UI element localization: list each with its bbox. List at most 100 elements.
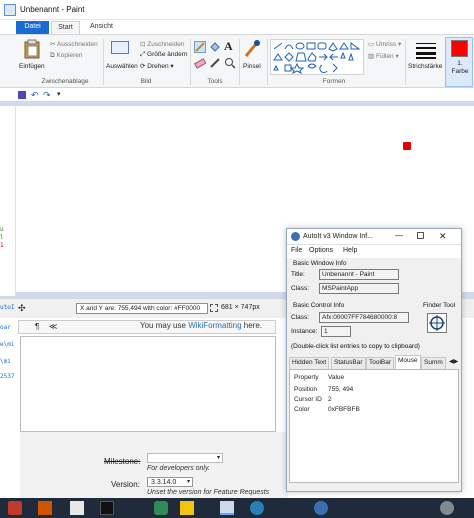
instance-label: Instance: — [291, 328, 318, 335]
app-editor-icon[interactable] — [38, 501, 52, 515]
red-dot-drawing — [403, 142, 411, 150]
copy-button[interactable]: ⧉ Kopieren — [50, 52, 83, 60]
milestone-select[interactable]: ▾ — [147, 453, 223, 463]
resize-button[interactable]: ⤢ Größe ändern — [140, 51, 187, 59]
move-cursor-icon: ✣ — [18, 303, 26, 313]
outline-icon: ▭ — [368, 41, 375, 48]
size-button[interactable]: Strichstärke — [408, 39, 444, 79]
instance-field[interactable]: 1 — [321, 326, 351, 337]
paragraph-icon[interactable]: ¶ — [35, 322, 39, 331]
rotate-label: Drehen — [147, 63, 169, 70]
divider — [239, 39, 240, 85]
menu-options[interactable]: Options — [309, 247, 333, 254]
color1-label: 1. Farbe — [451, 60, 469, 75]
text-tool[interactable]: A — [224, 39, 233, 54]
app-globe-icon[interactable] — [250, 501, 264, 515]
title-label: Title: — [291, 271, 305, 278]
app-gear-icon[interactable] — [440, 501, 454, 515]
title-field[interactable]: Unbenannt - Paint — [319, 269, 399, 280]
tab-mouse[interactable]: Mouse — [395, 355, 421, 369]
version-select[interactable]: 3.3.14.0 ▾ — [147, 477, 193, 487]
app-yellow-icon[interactable] — [180, 501, 194, 515]
row-position-value[interactable]: 755, 494 — [328, 386, 353, 393]
resize-icon: ⤢ — [140, 51, 146, 58]
finder-tool-label: Finder Tool — [423, 302, 456, 309]
app-autoit-icon[interactable] — [314, 501, 328, 515]
menu-file[interactable]: File — [291, 247, 302, 254]
copy-hint: (Double-click list entries to copy to cl… — [291, 343, 420, 350]
tab-scroll-icon[interactable]: ◀▶ — [449, 358, 458, 365]
brushes-label: Pinsel — [243, 63, 261, 70]
row-cursor-key[interactable]: Cursor ID — [294, 396, 322, 403]
autoit-tabs: Hidden Text StatusBar ToolBar Mouse Summ… — [287, 355, 461, 369]
row-position-key[interactable]: Position — [294, 386, 317, 393]
code-line: 2537 — [0, 373, 15, 380]
app-paint-active-icon[interactable] — [220, 501, 234, 515]
color-picker-tool[interactable] — [209, 57, 221, 69]
outline-label: Umriss — [375, 41, 397, 48]
shapes-gallery[interactable] — [270, 39, 364, 75]
version-hint: Unset the version for Feature Requests — [147, 489, 270, 496]
app-paint-icon[interactable] — [70, 501, 84, 515]
chevron-down-icon[interactable]: ▾ — [57, 91, 65, 99]
finder-tool-target[interactable] — [427, 313, 447, 333]
class-field[interactable]: MSPaintApp — [319, 283, 399, 294]
tab-view[interactable]: Ansicht — [84, 21, 114, 34]
property-list[interactable]: Property Value Position 755, 494 Cursor … — [289, 369, 459, 483]
wiki-formatting-link[interactable]: WikiFormatting — [188, 321, 241, 330]
save-icon[interactable] — [18, 91, 26, 99]
fill-tool[interactable] — [209, 41, 221, 53]
paste-button[interactable]: Einfügen — [18, 39, 46, 75]
wiki-formatting-hint: You may use WikiFormatting here. — [140, 321, 262, 330]
rotate-icon: ⟳ — [140, 63, 146, 70]
app-green-icon[interactable] — [154, 501, 168, 515]
fill-button[interactable]: ▨ Füllen ▾ — [368, 52, 399, 60]
tab-hidden-text[interactable]: Hidden Text — [289, 357, 330, 369]
row-color-key[interactable]: Color — [294, 406, 310, 413]
image-dimensions: 681 × 747px — [221, 304, 260, 311]
autoit-menu: File Options Help — [287, 245, 461, 258]
wiki-hint-suffix: here. — [241, 321, 262, 330]
paste-label: Einfügen — [19, 63, 45, 70]
control-class-field[interactable]: Afx:00007FF784680000:8 — [319, 312, 409, 323]
tab-file[interactable]: Datei — [16, 21, 49, 34]
code-lines: oar e\mi \mi 2537 — [0, 318, 18, 380]
cut-button[interactable]: ✂ Ausschneiden — [50, 40, 98, 48]
autoit-title-bar: AutoIt v3 Window Inf... — ✕ — [287, 229, 461, 245]
code-line: utoI — [0, 304, 15, 311]
pencil-tool[interactable] — [194, 41, 206, 53]
crosshair-icon — [429, 315, 445, 331]
description-textarea[interactable] — [20, 336, 276, 432]
undo-icon[interactable]: ↶ — [31, 91, 39, 100]
tab-summary[interactable]: Summ — [421, 357, 446, 369]
more-icon[interactable]: ≪ — [49, 322, 57, 331]
scissors-icon: ✂ — [50, 41, 56, 48]
eraser-tool[interactable] — [193, 57, 207, 69]
basic-window-info-label: Basic Window Info — [293, 260, 347, 267]
brushes-button[interactable]: Pinsel — [242, 39, 264, 79]
outline-button[interactable]: ▭ Umriss ▾ — [368, 40, 401, 48]
select-button[interactable]: Auswählen — [106, 39, 138, 75]
row-color-value[interactable]: 0xFBFBFB — [328, 406, 360, 413]
close-icon[interactable]: ✕ — [439, 231, 447, 242]
tab-statusbar[interactable]: StatusBar — [331, 357, 366, 369]
app-red-icon[interactable] — [8, 501, 22, 515]
color1-button[interactable]: 1. Farbe — [445, 37, 473, 87]
magnifier-tool[interactable] — [224, 57, 236, 69]
minimize-icon[interactable]: — — [395, 231, 403, 240]
basic-control-info-label: Basic Control Info — [293, 302, 345, 309]
select-rectangle-icon — [111, 41, 129, 54]
control-class-label: Class: — [291, 314, 310, 321]
menu-help[interactable]: Help — [343, 247, 357, 254]
redo-icon[interactable]: ↷ — [43, 91, 51, 100]
select-label: Auswählen — [106, 63, 138, 70]
crop-button[interactable]: ⊡ Zuschneiden — [140, 40, 185, 48]
tab-start[interactable]: Start — [51, 21, 80, 34]
tab-toolbar[interactable]: ToolBar — [366, 357, 395, 369]
app-terminal-icon[interactable] — [100, 501, 114, 515]
window-title: Unbenannt - Paint — [20, 5, 85, 14]
row-cursor-value[interactable]: 2 — [328, 396, 332, 403]
rotate-button[interactable]: ⟳ Drehen ▾ — [140, 62, 174, 70]
marker-text: u — [0, 226, 4, 233]
maximize-icon[interactable] — [417, 232, 424, 239]
